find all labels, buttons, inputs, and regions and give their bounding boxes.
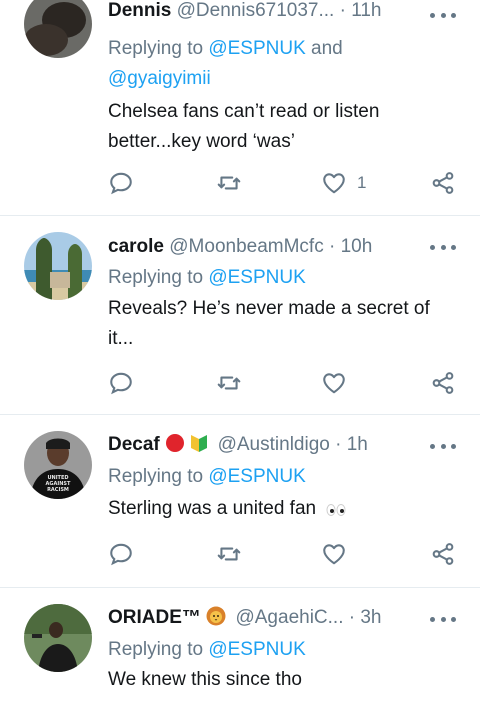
like-icon [323,544,345,565]
like-icon [323,173,345,194]
avatar[interactable] [24,0,92,58]
retweet-button[interactable] [216,540,242,568]
tweet-text: We knew this since tho [108,669,302,690]
retweet-icon [217,547,241,561]
tweet-2[interactable]: carole @MoonbeamMcfc · 10h Replying to @… [0,216,480,415]
like-button[interactable]: 1 [321,169,366,197]
more-icon[interactable] [430,436,456,456]
display-name[interactable]: ORIADE™ [108,607,201,628]
handle-and-time[interactable]: @Austinldigo · 1h [218,434,368,455]
like-icon [323,373,345,394]
retweet-button[interactable] [216,169,242,197]
reply-handle-link[interactable]: @ESPNUK [208,267,305,288]
display-name[interactable]: carole [108,236,164,257]
replying-prefix: Replying to [108,267,204,288]
reply-icon [110,172,132,195]
tweet-actions [108,369,456,397]
reply-button[interactable] [108,169,134,197]
replying-to: Replying to @ESPNUK [108,462,306,492]
tweet-text: Reveals? He’s never made a secret of it.… [108,298,430,349]
like-button[interactable] [321,369,347,397]
tweet-body: Sterling was a united fan [108,494,456,527]
reply-handle-link[interactable]: @gyaigyimii [108,68,211,89]
share-button[interactable] [430,169,456,197]
tweet-actions: 1 [108,169,456,197]
red-circle-emoji [165,433,185,461]
reply-handle-link[interactable]: @ESPNUK [208,466,305,487]
tweet-actions [108,540,456,568]
replying-prefix: Replying to [108,639,204,660]
handle-and-time[interactable]: @MoonbeamMcfc · 10h [169,236,372,257]
retweet-button[interactable] [216,369,242,397]
share-icon [432,543,454,565]
tweet-text: Sterling was a united fan [108,498,317,519]
replying-prefix: Replying to [108,466,204,487]
display-name[interactable]: Dennis [108,0,171,21]
avatar[interactable] [24,232,92,300]
share-button[interactable] [430,540,456,568]
reply-button[interactable] [108,369,134,397]
more-icon[interactable] [430,237,456,257]
tweet-4[interactable]: ORIADE™ @AgaehiC... · 3h Replying to @ES… [0,588,480,713]
reply-icon [110,543,132,566]
tweet-1[interactable]: Dennis @Dennis671037... · 11h Replying t… [0,0,480,216]
like-button[interactable] [321,540,347,568]
handle-and-time[interactable]: @Dennis671037... · 11h [177,0,382,21]
replying-to: Replying to @ESPNUK and @gyaigyimii [108,34,343,94]
replying-prefix: Replying to [108,38,204,59]
avatar[interactable]: UNITED AGAINST RACISM [24,431,92,499]
handle-and-time[interactable]: @AgaehiC... · 3h [235,607,381,628]
share-button[interactable] [430,369,456,397]
reply-icon [110,372,132,395]
lion-emoji [206,606,226,634]
avatar-shirt-text: UNITED AGAINST RACISM [45,475,71,493]
tweet-3[interactable]: UNITED AGAINST RACISM Decaf @Austinldigo… [0,415,480,588]
replying-to: Replying to @ESPNUK [108,263,306,293]
share-icon [432,372,454,394]
avatar[interactable] [24,604,92,672]
like-count: 1 [357,173,367,192]
more-icon[interactable] [430,609,456,629]
display-name[interactable]: Decaf [108,434,160,455]
reply-handle-link[interactable]: @ESPNUK [208,38,305,59]
replying-to: Replying to @ESPNUK [108,635,306,665]
more-icon[interactable] [430,5,456,25]
retweet-icon [217,376,241,390]
reply-button[interactable] [108,540,134,568]
share-icon [432,172,454,194]
tweet-text: Chelsea fans can’t read or listen better… [108,101,380,152]
eyes-emoji [325,497,347,527]
beginner-badge-emoji [190,433,208,461]
reply-and: and [311,38,343,59]
retweet-icon [217,176,241,190]
reply-handle-link[interactable]: @ESPNUK [208,639,305,660]
